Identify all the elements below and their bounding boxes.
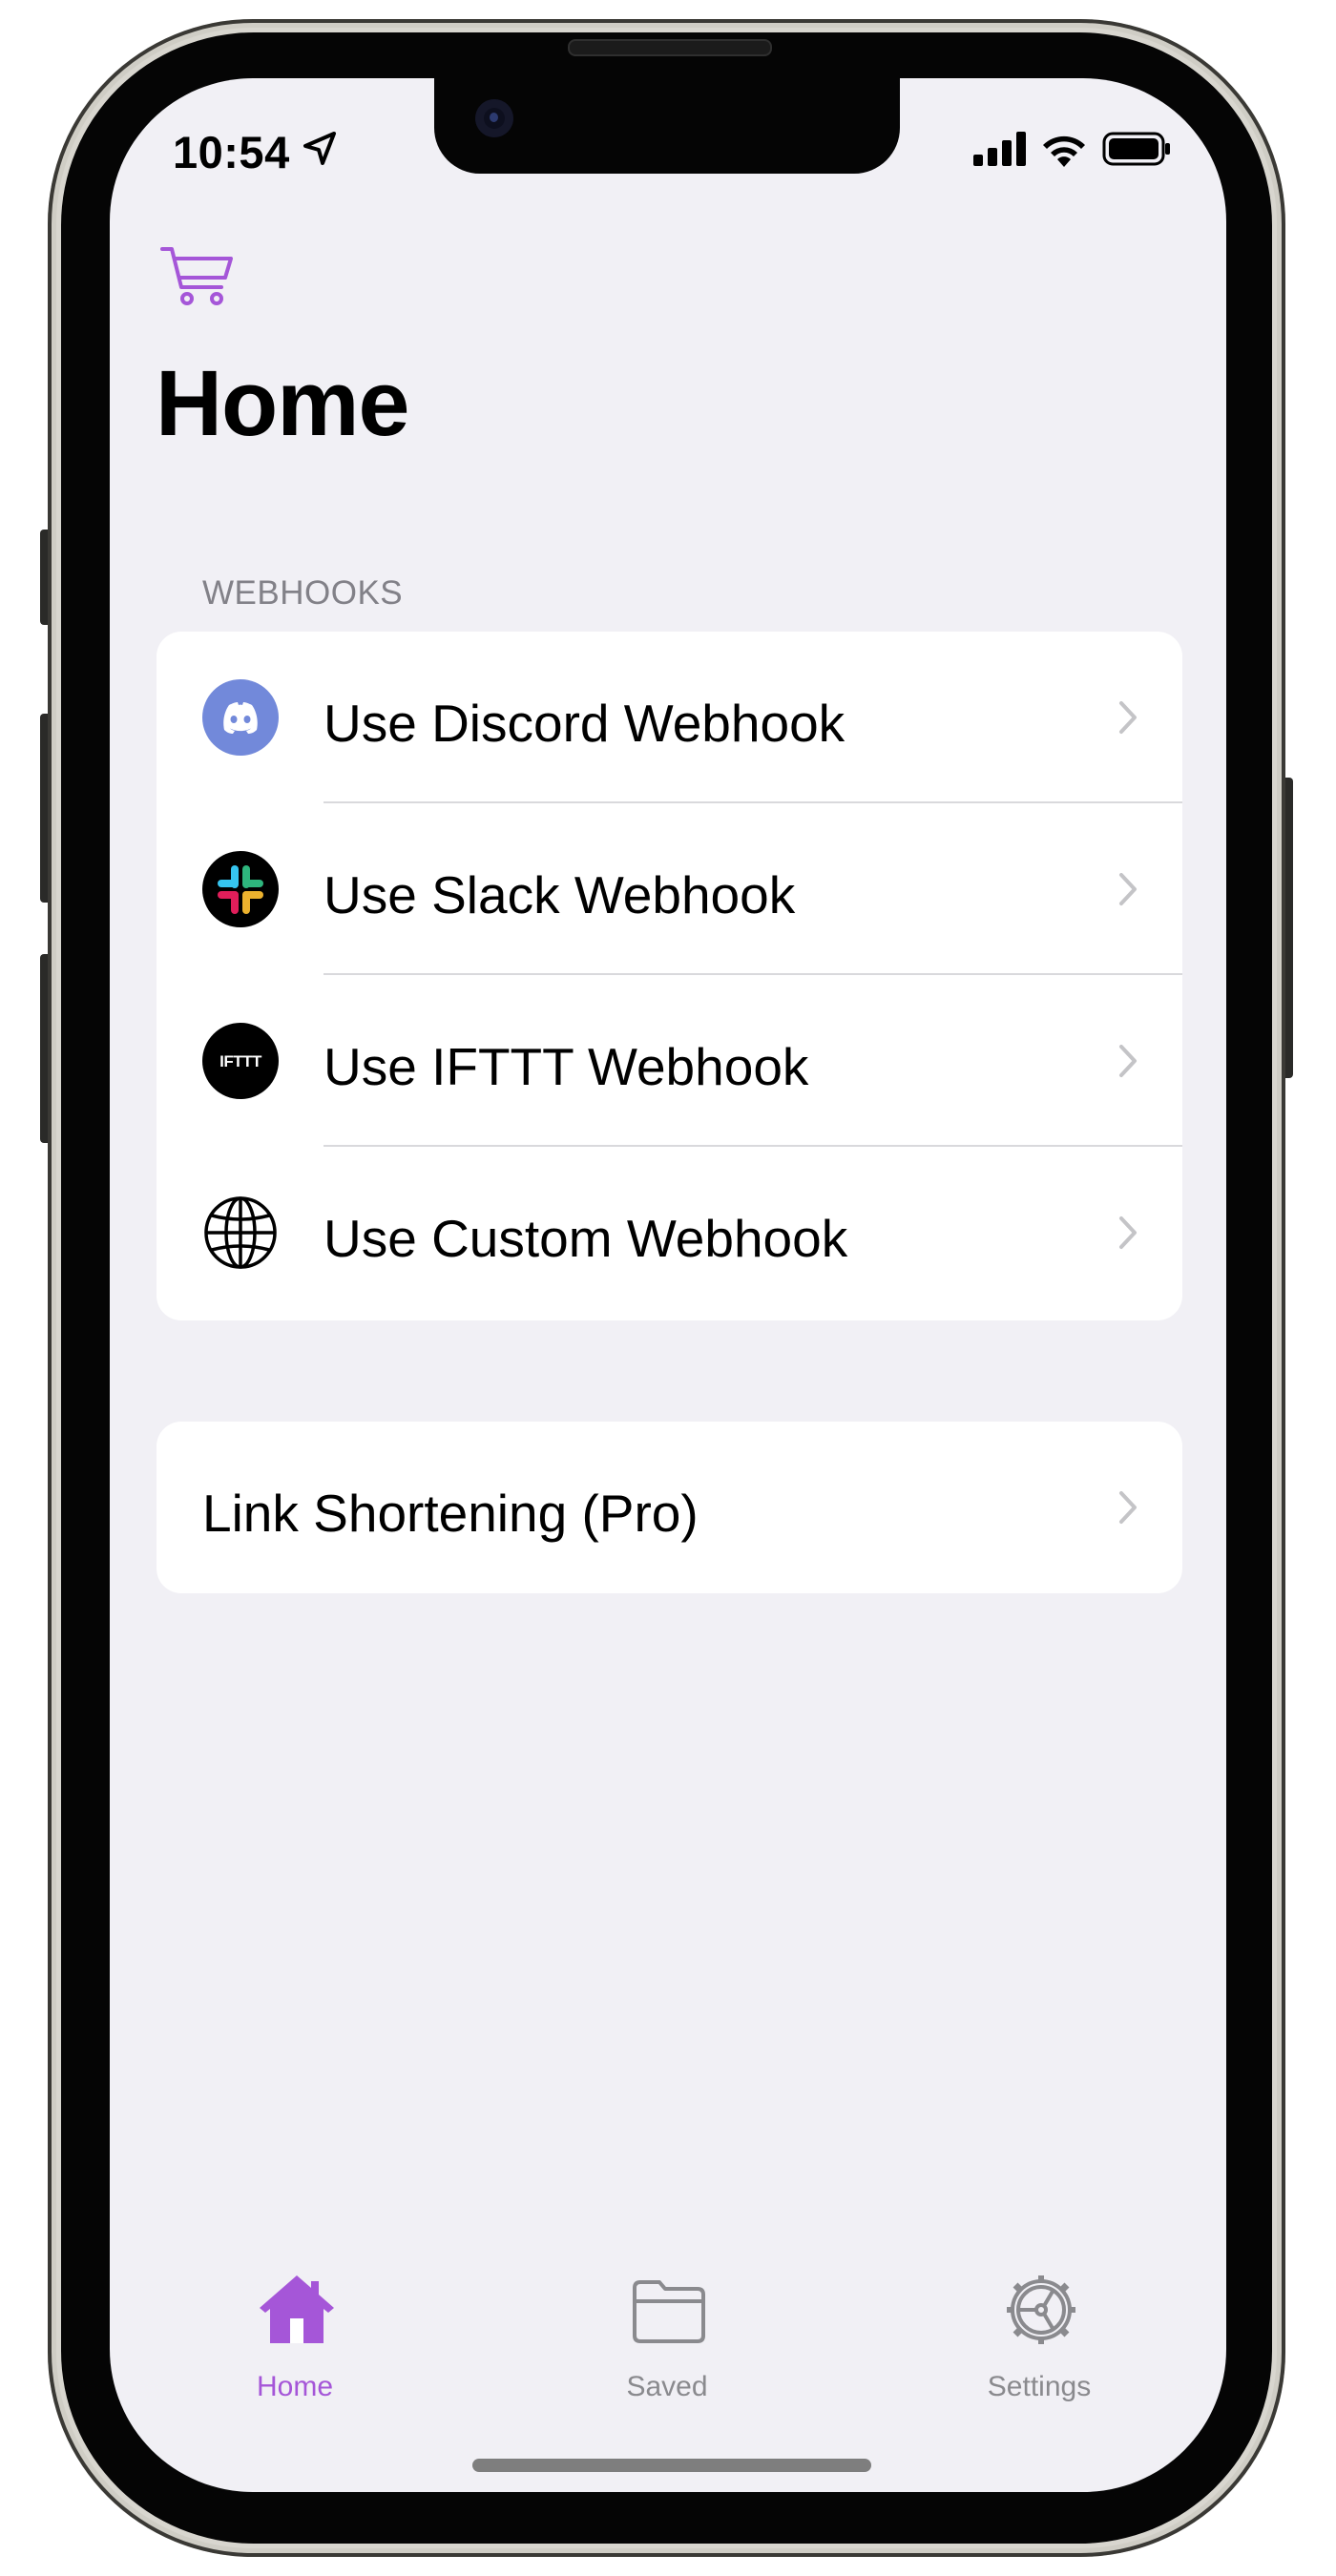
ifttt-logo-text: IFTTT (219, 1052, 262, 1070)
tab-label: Home (256, 2371, 334, 2402)
house-icon (260, 2275, 334, 2343)
globe-icon (204, 1196, 277, 1269)
list-item-link-shortening[interactable]: Link Shortening (Pro) (157, 1422, 1182, 1593)
cart-icon (160, 247, 233, 305)
ifttt-icon: IFTTT (202, 1023, 279, 1099)
list-item-ifttt-webhook[interactable]: IFTTT Use IFTTT Webhook (157, 975, 1182, 1147)
cellular-signal-icon (973, 132, 1026, 166)
list-item-custom-webhook[interactable]: Use Custom Webhook (157, 1147, 1182, 1319)
gear-icon (1007, 2275, 1075, 2344)
tab-home[interactable]: Home (199, 2273, 390, 2416)
cart-button[interactable] (160, 245, 235, 313)
list-item-label: Use Custom Webhook (324, 1209, 848, 1268)
notch (434, 78, 900, 174)
chevron-right-icon (1119, 1216, 1137, 1249)
folder-icon (633, 2280, 705, 2343)
list-item-slack-webhook[interactable]: Use Slack Webhook (157, 803, 1182, 975)
discord-icon (202, 679, 279, 756)
location-arrow-icon (303, 132, 336, 165)
webhooks-list: Use Discord Webhook Use Slack Webhook IF… (157, 632, 1182, 1320)
chevron-right-icon (1119, 1045, 1137, 1077)
tab-settings[interactable]: Settings (944, 2273, 1135, 2416)
tab-label: Saved (626, 2371, 708, 2402)
status-time: 10:54 (173, 127, 290, 177)
earpiece-speaker (568, 39, 772, 56)
list-item-label: Use Slack Webhook (324, 865, 796, 924)
tab-label: Settings (987, 2371, 1092, 2402)
list-item-label: Use IFTTT Webhook (324, 1037, 809, 1096)
tab-saved[interactable]: Saved (572, 2273, 762, 2416)
section-header-webhooks: WEBHOOKS (202, 574, 404, 612)
wifi-icon (1043, 135, 1085, 167)
front-camera (475, 99, 513, 137)
slack-icon (202, 851, 279, 927)
chevron-right-icon (1119, 701, 1137, 734)
list-item-label: Link Shortening (Pro) (202, 1484, 699, 1543)
phone-screen: 10:54 Home WEBHOOKS Use Discord Webhook … (110, 78, 1226, 2492)
chevron-right-icon (1119, 1491, 1137, 1524)
home-indicator[interactable] (472, 2459, 871, 2472)
list-item-label: Use Discord Webhook (324, 694, 845, 753)
battery-icon (1102, 132, 1170, 166)
chevron-right-icon (1119, 873, 1137, 905)
list-item-discord-webhook[interactable]: Use Discord Webhook (157, 632, 1182, 803)
links-list: Link Shortening (Pro) (157, 1422, 1182, 1593)
page-title: Home (156, 351, 409, 455)
